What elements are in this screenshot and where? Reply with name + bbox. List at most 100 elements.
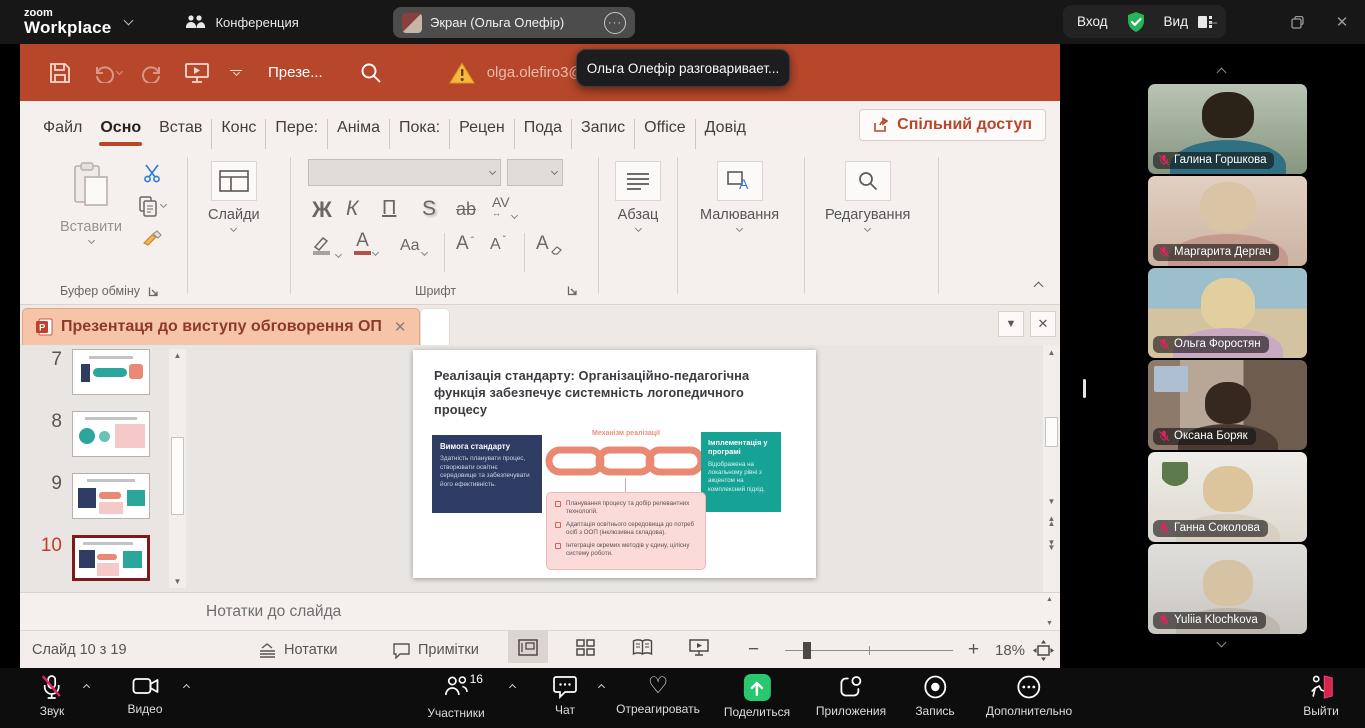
tab-slideshow[interactable]: Пока:	[390, 119, 450, 149]
qat-overflow-icon[interactable]	[230, 70, 242, 76]
sidebar-resize-handle[interactable]	[1083, 379, 1086, 398]
reading-view-button[interactable]	[622, 631, 662, 663]
copy-icon[interactable]	[138, 195, 158, 217]
increase-font-button[interactable]: Аˆ	[456, 233, 474, 255]
font-dialog-launcher-icon[interactable]	[567, 285, 578, 296]
gallery-scroll-down-icon[interactable]	[1217, 638, 1227, 648]
thumbnail-scrollbar[interactable]: ▲ ▼	[169, 349, 186, 588]
video-tile[interactable]: Yuliia Klochkova	[1148, 544, 1307, 634]
document-tab-close-icon[interactable]: ✕	[394, 318, 407, 336]
tab-list-dropdown[interactable]: ▼	[998, 311, 1024, 337]
record-button[interactable]: Запись	[915, 674, 954, 718]
undo-dropdown-icon[interactable]	[116, 67, 123, 74]
scroll-up-icon[interactable]: ▲	[1043, 348, 1060, 357]
tab-record[interactable]: Запис	[572, 119, 635, 149]
new-slide-button[interactable]: Слайди	[208, 161, 260, 231]
more-options-icon[interactable]: ···	[604, 12, 626, 34]
character-spacing-button[interactable]: AV↔	[492, 195, 517, 218]
redo-icon[interactable]	[142, 63, 164, 83]
collapse-ribbon-icon[interactable]	[1034, 282, 1044, 292]
strikethrough-button[interactable]: ab	[456, 199, 476, 220]
next-slide-button[interactable]: ▼▼	[1043, 541, 1060, 551]
decrease-font-button[interactable]: Аˇ	[490, 235, 506, 254]
sign-in-button[interactable]: Вход	[1077, 14, 1108, 29]
chat-options-icon[interactable]	[598, 684, 605, 691]
underline-button[interactable]: П	[382, 197, 396, 220]
fit-to-window-button[interactable]	[1033, 631, 1054, 668]
dialog-launcher-icon[interactable]	[148, 286, 159, 297]
share-screen-button[interactable]: Поделиться	[724, 674, 790, 719]
close-document-button[interactable]: ✕	[1030, 311, 1056, 337]
chevron-down-icon[interactable]	[124, 16, 134, 26]
scroll-down-icon[interactable]: ▼	[174, 577, 182, 586]
bold-button[interactable]: Ж	[312, 197, 332, 223]
editor-scrollbar[interactable]: ▲ ▼ ▲▲ ▼▼	[1043, 345, 1060, 592]
normal-view-button[interactable]	[508, 631, 548, 663]
security-shield-icon[interactable]	[1124, 10, 1148, 34]
tab-help[interactable]: Довід	[696, 119, 755, 149]
slide-sorter-view-button[interactable]	[565, 631, 605, 663]
tab-design[interactable]: Конс	[212, 119, 266, 149]
react-button[interactable]: ♡ Отреагировать	[616, 674, 700, 716]
comments-button[interactable]: Примітки	[392, 631, 479, 668]
apps-button[interactable]: Приложения	[816, 674, 886, 718]
warning-icon[interactable]	[449, 62, 475, 84]
gallery-scroll-up-icon[interactable]	[1217, 68, 1227, 78]
tab-file[interactable]: Файл	[34, 119, 91, 149]
tab-insert[interactable]: Встав	[150, 119, 212, 149]
audio-options-icon[interactable]	[83, 684, 90, 691]
slide-canvas[interactable]: Реалізація стандарту: Організаційно-педа…	[413, 350, 816, 578]
font-size-select[interactable]	[507, 159, 563, 186]
slideshow-view-button[interactable]	[679, 631, 719, 663]
tab-office[interactable]: Office	[635, 119, 696, 149]
thumbnail-slide-8[interactable]: 8	[20, 411, 150, 457]
font-color-button[interactable]: А	[354, 231, 378, 255]
format-painter-icon[interactable]	[141, 229, 163, 249]
paragraph-button[interactable]: Абзац	[615, 161, 661, 231]
slideshow-icon[interactable]	[184, 61, 210, 85]
tab-transitions[interactable]: Пере:	[266, 119, 328, 149]
paste-button[interactable]: Вставити	[60, 161, 122, 243]
thumbnail-slide-9[interactable]: 9	[20, 473, 150, 519]
zoom-level[interactable]: 18%	[995, 631, 1025, 668]
save-icon[interactable]	[48, 61, 72, 85]
audio-button[interactable]: Звук	[40, 674, 65, 718]
zoom-in-button[interactable]: +	[968, 631, 979, 668]
notes-toggle-button[interactable]: Нотатки	[258, 631, 338, 668]
video-tile[interactable]: Оксана Боряк	[1148, 360, 1307, 450]
font-name-select[interactable]	[308, 159, 501, 186]
minimize-button[interactable]: –	[1190, 0, 1236, 44]
participants-options-icon[interactable]	[509, 684, 516, 691]
video-button[interactable]: Видео	[127, 674, 162, 716]
tab-screen-share[interactable]: Экран (Ольга Олефір) ···	[393, 7, 635, 38]
drawing-button[interactable]: A Малювання	[700, 161, 779, 231]
share-access-button[interactable]: Спільний доступ	[859, 109, 1046, 141]
scroll-down-icon[interactable]: ▼	[1043, 497, 1060, 506]
highlight-button[interactable]	[310, 235, 341, 257]
thumbnail-slide-10-selected[interactable]: 10	[20, 535, 150, 581]
undo-icon[interactable]	[92, 63, 114, 83]
editing-button[interactable]: Редагування	[825, 161, 910, 231]
video-tile[interactable]: Ольга Форостян	[1148, 268, 1307, 358]
tab-conference[interactable]: Конференция	[184, 13, 298, 31]
tab-animations[interactable]: Аніма	[328, 119, 390, 149]
slides-dropdown-icon[interactable]	[230, 225, 237, 232]
copy-dropdown-icon[interactable]	[160, 201, 167, 208]
cut-icon[interactable]	[142, 163, 162, 183]
clear-formatting-button[interactable]: А	[536, 233, 563, 255]
scrollbar-thumb[interactable]	[1045, 417, 1058, 447]
tab-home[interactable]: Осно	[91, 119, 150, 149]
close-button[interactable]: ✕	[1319, 0, 1365, 44]
video-tile[interactable]: Маргарита Дергач	[1148, 176, 1307, 266]
paste-dropdown-icon[interactable]	[87, 237, 94, 244]
leave-button[interactable]: Выйти	[1303, 674, 1339, 718]
tab-view[interactable]: Пода	[515, 119, 572, 149]
scrollbar-thumb[interactable]	[171, 437, 184, 515]
change-case-button[interactable]: Aa	[400, 237, 427, 255]
text-shadow-button[interactable]: S	[422, 197, 436, 221]
previous-slide-button[interactable]: ▲▲	[1043, 517, 1060, 527]
thumbnail-slide-7[interactable]: 7	[20, 349, 150, 395]
tab-review[interactable]: Рецен	[450, 119, 515, 149]
zoom-slider-thumb[interactable]	[803, 642, 811, 659]
document-tab[interactable]: P Презентаця до виступу обговорення ОП ✕	[22, 308, 420, 345]
